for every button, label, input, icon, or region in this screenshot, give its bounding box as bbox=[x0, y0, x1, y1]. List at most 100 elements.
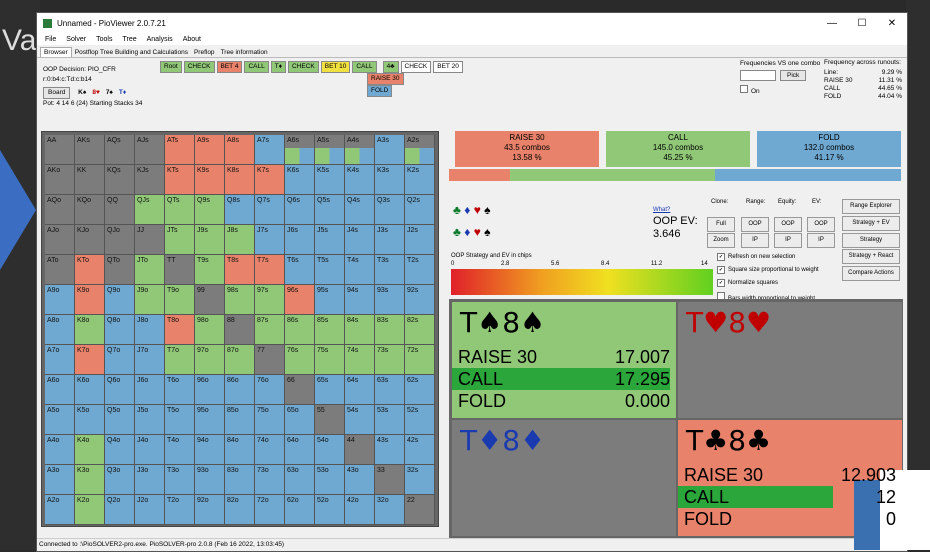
hand-cell[interactable]: 32o bbox=[375, 495, 405, 525]
hand-cell[interactable]: QTs bbox=[165, 195, 195, 225]
hand-cell[interactable]: K8o bbox=[75, 315, 105, 345]
hand-cell[interactable]: A2s bbox=[405, 135, 435, 165]
hand-cell[interactable]: 75s bbox=[315, 345, 345, 375]
hand-cell[interactable]: K7s bbox=[255, 165, 285, 195]
hand-cell[interactable]: J4s bbox=[345, 225, 375, 255]
suit-filter-row-1[interactable]: ♣ ♦ ♥ ♠ bbox=[453, 203, 491, 217]
zoom-button[interactable]: Zoom bbox=[707, 233, 735, 248]
hand-cell[interactable]: 74s bbox=[345, 345, 375, 375]
hand-cell[interactable]: A2o bbox=[45, 495, 75, 525]
hand-cell[interactable]: 63o bbox=[285, 465, 315, 495]
hand-cell[interactable]: AQs bbox=[105, 135, 135, 165]
hand-cell[interactable]: 65o bbox=[285, 405, 315, 435]
hand-cell[interactable]: 85o bbox=[225, 405, 255, 435]
hand-cell[interactable]: 72s bbox=[405, 345, 435, 375]
equity-ip-button[interactable]: IP bbox=[774, 233, 802, 248]
hand-cell[interactable]: 66 bbox=[285, 375, 315, 405]
hand-cell[interactable]: J8s bbox=[225, 225, 255, 255]
hand-cell[interactable]: T2o bbox=[165, 495, 195, 525]
hand-cell[interactable]: 98o bbox=[195, 315, 225, 345]
menu-tools[interactable]: Tools bbox=[96, 36, 112, 43]
hand-cell[interactable]: J3s bbox=[375, 225, 405, 255]
hand-cell[interactable]: 98s bbox=[225, 285, 255, 315]
hand-cell[interactable]: T5o bbox=[165, 405, 195, 435]
path-node[interactable]: BET 10 bbox=[320, 61, 351, 73]
pick-button[interactable]: Pick bbox=[780, 70, 807, 81]
hand-cell[interactable]: Q7s bbox=[255, 195, 285, 225]
hand-cell[interactable]: 94s bbox=[345, 285, 375, 315]
hand-cell[interactable]: 76o bbox=[255, 375, 285, 405]
menu-file[interactable]: File bbox=[45, 36, 56, 43]
hand-cell[interactable]: K5s bbox=[315, 165, 345, 195]
hand-cell[interactable]: 73o bbox=[255, 465, 285, 495]
hand-cell[interactable]: T2s bbox=[405, 255, 435, 285]
close-icon[interactable]: ✕ bbox=[877, 18, 907, 29]
hand-cell[interactable]: 97o bbox=[195, 345, 225, 375]
hand-cell[interactable]: A9o bbox=[45, 285, 75, 315]
hand-cell[interactable]: Q5s bbox=[315, 195, 345, 225]
hand-cell[interactable]: T5s bbox=[315, 255, 345, 285]
hand-cell[interactable]: 85s bbox=[315, 315, 345, 345]
hand-cell[interactable]: QJo bbox=[105, 225, 135, 255]
hand-cell[interactable]: T6o bbox=[165, 375, 195, 405]
hand-cell[interactable]: 92s bbox=[405, 285, 435, 315]
path-node[interactable]: CALL bbox=[352, 61, 377, 73]
hand-cell[interactable]: Q8s bbox=[225, 195, 255, 225]
hand-cell[interactable]: 42o bbox=[345, 495, 375, 525]
path-node[interactable]: 4♣ bbox=[382, 61, 399, 73]
hand-cell[interactable]: 93s bbox=[375, 285, 405, 315]
hand-cell[interactable]: Q3o bbox=[105, 465, 135, 495]
hand-cell[interactable]: KTo bbox=[75, 255, 105, 285]
hand-cell[interactable]: QTo bbox=[105, 255, 135, 285]
combo-quadrant[interactable]: T♦8♦ bbox=[452, 420, 676, 536]
hand-cell[interactable]: 62o bbox=[285, 495, 315, 525]
hand-cell[interactable]: 52o bbox=[315, 495, 345, 525]
hand-cell[interactable]: Q6o bbox=[105, 375, 135, 405]
path-node[interactable]: Root bbox=[160, 61, 182, 73]
hand-cell[interactable]: 86s bbox=[285, 315, 315, 345]
hand-cell[interactable]: T4o bbox=[165, 435, 195, 465]
hand-cell[interactable]: T7o bbox=[165, 345, 195, 375]
hand-cell[interactable]: AKs bbox=[75, 135, 105, 165]
hand-cell[interactable]: 44 bbox=[345, 435, 375, 465]
summary-fold[interactable]: FOLD 132.0 combos 41.17 % bbox=[757, 131, 901, 167]
full-button[interactable]: Full bbox=[707, 217, 735, 232]
combo-quadrant[interactable]: T♠8♠ RAISE 30 17.007 CALL 17.295 FOLD 0.000 bbox=[452, 302, 676, 418]
hand-cell[interactable]: 99 bbox=[195, 285, 225, 315]
hand-cell[interactable]: J2s bbox=[405, 225, 435, 255]
hand-cell[interactable]: T3o bbox=[165, 465, 195, 495]
hand-cell[interactable]: ATo bbox=[45, 255, 75, 285]
hand-cell[interactable]: 32s bbox=[405, 465, 435, 495]
hand-cell[interactable]: AJs bbox=[135, 135, 165, 165]
hand-cell[interactable]: K4o bbox=[75, 435, 105, 465]
hand-cell[interactable]: 54o bbox=[315, 435, 345, 465]
hand-cell[interactable]: J7o bbox=[135, 345, 165, 375]
hand-cell[interactable]: JTo bbox=[135, 255, 165, 285]
hand-cell[interactable]: J8o bbox=[135, 315, 165, 345]
hand-cell[interactable]: J5s bbox=[315, 225, 345, 255]
hand-cell[interactable]: KJo bbox=[75, 225, 105, 255]
hand-cell[interactable]: Q8o bbox=[105, 315, 135, 345]
hand-cell[interactable]: Q3s bbox=[375, 195, 405, 225]
hand-cell[interactable]: 63s bbox=[375, 375, 405, 405]
hand-cell[interactable]: 64o bbox=[285, 435, 315, 465]
equity-oop-button[interactable]: OOP bbox=[774, 217, 802, 232]
hand-cell[interactable]: A4s bbox=[345, 135, 375, 165]
hand-cell[interactable]: K9s bbox=[195, 165, 225, 195]
hand-cell[interactable]: A8s bbox=[225, 135, 255, 165]
hand-cell[interactable]: JJ bbox=[135, 225, 165, 255]
hand-cell[interactable]: 86o bbox=[225, 375, 255, 405]
compare-actions-button[interactable]: Compare Actions bbox=[842, 266, 900, 281]
path-node[interactable]: CHECK bbox=[400, 61, 432, 73]
hand-cell[interactable]: Q7o bbox=[105, 345, 135, 375]
hand-cell[interactable]: K5o bbox=[75, 405, 105, 435]
hand-cell[interactable]: 72o bbox=[255, 495, 285, 525]
hand-cell[interactable]: T6s bbox=[285, 255, 315, 285]
maximize-icon[interactable]: ☐ bbox=[847, 18, 877, 29]
hand-cell[interactable]: A3o bbox=[45, 465, 75, 495]
hand-cell[interactable]: 82o bbox=[225, 495, 255, 525]
hand-cell[interactable]: AQo bbox=[45, 195, 75, 225]
hand-cell[interactable]: K4s bbox=[345, 165, 375, 195]
hand-cell[interactable]: 65s bbox=[315, 375, 345, 405]
strategy-react-button[interactable]: Strategy + React bbox=[842, 249, 900, 264]
